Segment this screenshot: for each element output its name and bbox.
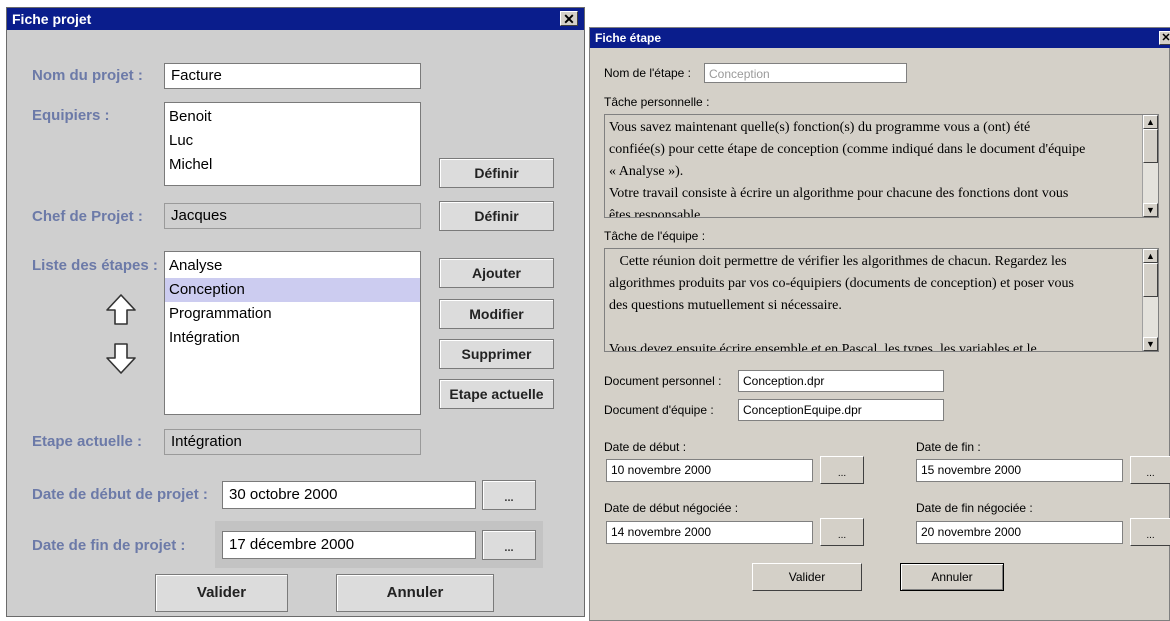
window-title: Fiche étape: [595, 31, 662, 45]
scroll-down-icon[interactable]: ▼: [1143, 337, 1158, 351]
list-item[interactable]: Analyse: [165, 254, 420, 278]
date-fin-picker-button[interactable]: ...: [1130, 456, 1170, 484]
label-date-fin-negociee: Date de fin négociée :: [916, 501, 1033, 515]
text-line: des questions mutuellement si nécessaire…: [609, 298, 842, 313]
date-fin-negociee-input[interactable]: 20 novembre 2000: [916, 521, 1123, 544]
close-icon[interactable]: ✕: [560, 11, 578, 26]
list-item[interactable]: Benoit: [165, 105, 420, 129]
date-debut-projet-input[interactable]: 30 octobre 2000: [222, 481, 476, 509]
list-item[interactable]: Luc: [165, 129, 420, 153]
fiche-projet-window: Fiche projet ✕ Nom du projet : Facture E…: [6, 7, 585, 617]
text-line: Cette réunion doit permettre de vérifier…: [609, 254, 1067, 269]
fiche-etape-window: Fiche étape ✕ Nom de l'étape : Conceptio…: [589, 27, 1170, 621]
date-debut-input[interactable]: 10 novembre 2000: [606, 459, 813, 482]
label-etape-actuelle: Etape actuelle :: [32, 433, 143, 450]
supprimer-button[interactable]: Supprimer: [439, 339, 554, 369]
label-document-personnel: Document personnel :: [604, 374, 722, 388]
scroll-up-icon[interactable]: ▲: [1143, 249, 1158, 263]
label-date-debut-projet: Date de début de projet :: [32, 486, 208, 503]
date-fin-projet-input[interactable]: 17 décembre 2000: [222, 531, 476, 559]
label-equipiers: Equipiers :: [32, 107, 110, 124]
date-debut-negociee-picker-button[interactable]: ...: [820, 518, 864, 546]
close-icon[interactable]: ✕: [1159, 31, 1170, 45]
label-tache-personnelle: Tâche personnelle :: [604, 95, 710, 109]
date-debut-picker-button[interactable]: ...: [482, 480, 536, 510]
nom-projet-input[interactable]: Facture: [164, 63, 421, 89]
scroll-thumb[interactable]: [1143, 263, 1158, 297]
etapes-list[interactable]: Analyse Conception Programmation Intégra…: [164, 251, 421, 415]
document-personnel-input[interactable]: Conception.dpr: [738, 370, 944, 392]
scrollbar[interactable]: ▲ ▼: [1142, 115, 1158, 217]
scroll-down-icon[interactable]: ▼: [1143, 203, 1158, 217]
date-debut-picker-button[interactable]: ...: [820, 456, 864, 484]
scroll-thumb[interactable]: [1143, 129, 1158, 163]
text-line: Vous savez maintenant quelle(s) fonction…: [609, 120, 1031, 135]
window-title: Fiche projet: [12, 11, 92, 27]
title-bar: Fiche projet ✕: [7, 8, 584, 30]
label-date-fin: Date de fin :: [916, 440, 981, 454]
etape-actuelle-field: Intégration: [164, 429, 421, 455]
label-date-fin-projet: Date de fin de projet :: [32, 537, 186, 554]
valider-button[interactable]: Valider: [752, 563, 862, 591]
arrow-down-outline-icon[interactable]: [104, 341, 138, 375]
nom-etape-field: Conception: [704, 63, 907, 83]
label-date-debut: Date de début :: [604, 440, 687, 454]
text-line: [609, 317, 1139, 339]
etape-actuelle-button[interactable]: Etape actuelle: [439, 379, 554, 409]
label-nom-projet: Nom du projet :: [32, 67, 143, 84]
date-fin-negociee-picker-button[interactable]: ...: [1130, 518, 1170, 546]
equipiers-list[interactable]: Benoit Luc Michel: [164, 102, 421, 186]
label-date-debut-negociee: Date de début négociée :: [604, 501, 739, 515]
document-equipe-input[interactable]: ConceptionEquipe.dpr: [738, 399, 944, 421]
definir-equipiers-button[interactable]: Définir: [439, 158, 554, 188]
text-line: Vous devez ensuite écrire ensemble et en…: [609, 342, 1037, 352]
label-nom-etape: Nom de l'étape :: [604, 66, 692, 80]
text-line: algorithmes produits par vos co-équipier…: [609, 276, 1074, 291]
label-tache-equipe: Tâche de l'équipe :: [604, 229, 706, 243]
label-chef-projet: Chef de Projet :: [32, 208, 143, 225]
annuler-button[interactable]: Annuler: [900, 563, 1004, 591]
date-fin-picker-button[interactable]: ...: [482, 530, 536, 560]
list-item[interactable]: Programmation: [165, 302, 420, 326]
text-line: Votre travail consiste à écrire un algor…: [609, 186, 1069, 201]
text-line: confiée(s) pour cette étape de conceptio…: [609, 142, 1086, 157]
label-liste-etapes: Liste des étapes :: [32, 257, 158, 274]
date-debut-negociee-input[interactable]: 14 novembre 2000: [606, 521, 813, 544]
chef-projet-field: Jacques: [164, 203, 421, 229]
valider-button[interactable]: Valider: [155, 574, 288, 612]
list-item[interactable]: Michel: [165, 153, 420, 177]
text-line: êtes responsable: [609, 208, 701, 218]
arrow-up-outline-icon[interactable]: [104, 293, 138, 327]
tache-personnelle-textarea[interactable]: Vous savez maintenant quelle(s) fonction…: [604, 114, 1159, 218]
annuler-button[interactable]: Annuler: [336, 574, 494, 612]
modifier-button[interactable]: Modifier: [439, 299, 554, 329]
tache-equipe-textarea[interactable]: Cette réunion doit permettre de vérifier…: [604, 248, 1159, 352]
date-fin-input[interactable]: 15 novembre 2000: [916, 459, 1123, 482]
definir-chef-button[interactable]: Définir: [439, 201, 554, 231]
title-bar: Fiche étape ✕: [590, 28, 1170, 48]
scroll-up-icon[interactable]: ▲: [1143, 115, 1158, 129]
list-item[interactable]: Intégration: [165, 326, 420, 350]
text-line: « Analyse »).: [609, 164, 684, 179]
ajouter-button[interactable]: Ajouter: [439, 258, 554, 288]
label-document-equipe: Document d'équipe :: [604, 403, 714, 417]
list-item-selected[interactable]: Conception: [165, 278, 420, 302]
scrollbar[interactable]: ▲ ▼: [1142, 249, 1158, 351]
